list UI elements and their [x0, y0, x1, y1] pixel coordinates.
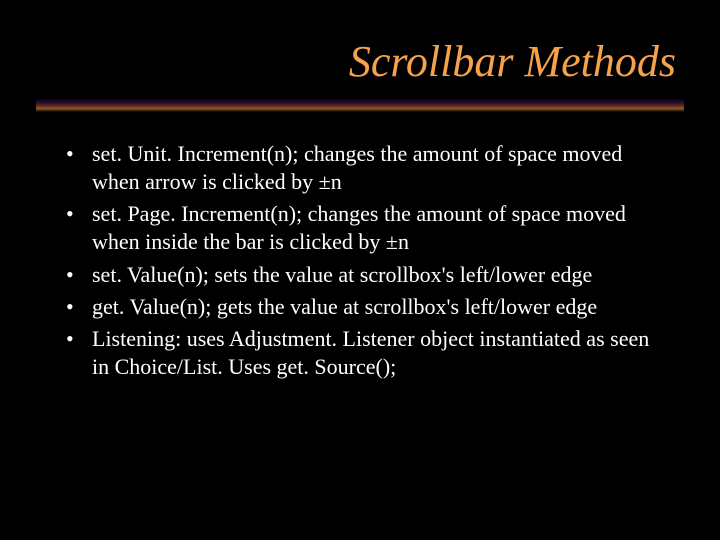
list-item: get. Value(n); gets the value at scrollb… [60, 293, 670, 321]
bullet-list: set. Unit. Increment(n); changes the amo… [60, 140, 670, 381]
slide-title: Scrollbar Methods [349, 36, 676, 87]
bullet-text: set. Page. Increment(n); changes the amo… [92, 201, 626, 254]
list-item: Listening: uses Adjustment. Listener obj… [60, 325, 670, 381]
list-item: set. Unit. Increment(n); changes the amo… [60, 140, 670, 196]
bullet-text: set. Value(n); sets the value at scrollb… [92, 262, 592, 287]
slide-body: set. Unit. Increment(n); changes the amo… [60, 140, 670, 385]
list-item: set. Value(n); sets the value at scrollb… [60, 261, 670, 289]
slide: Scrollbar Methods set. Unit. Increment(n… [0, 0, 720, 540]
title-underline [36, 98, 684, 112]
bullet-text: Listening: uses Adjustment. Listener obj… [92, 326, 649, 379]
bullet-text: set. Unit. Increment(n); changes the amo… [92, 141, 622, 194]
bullet-text: get. Value(n); gets the value at scrollb… [92, 294, 597, 319]
list-item: set. Page. Increment(n); changes the amo… [60, 200, 670, 256]
